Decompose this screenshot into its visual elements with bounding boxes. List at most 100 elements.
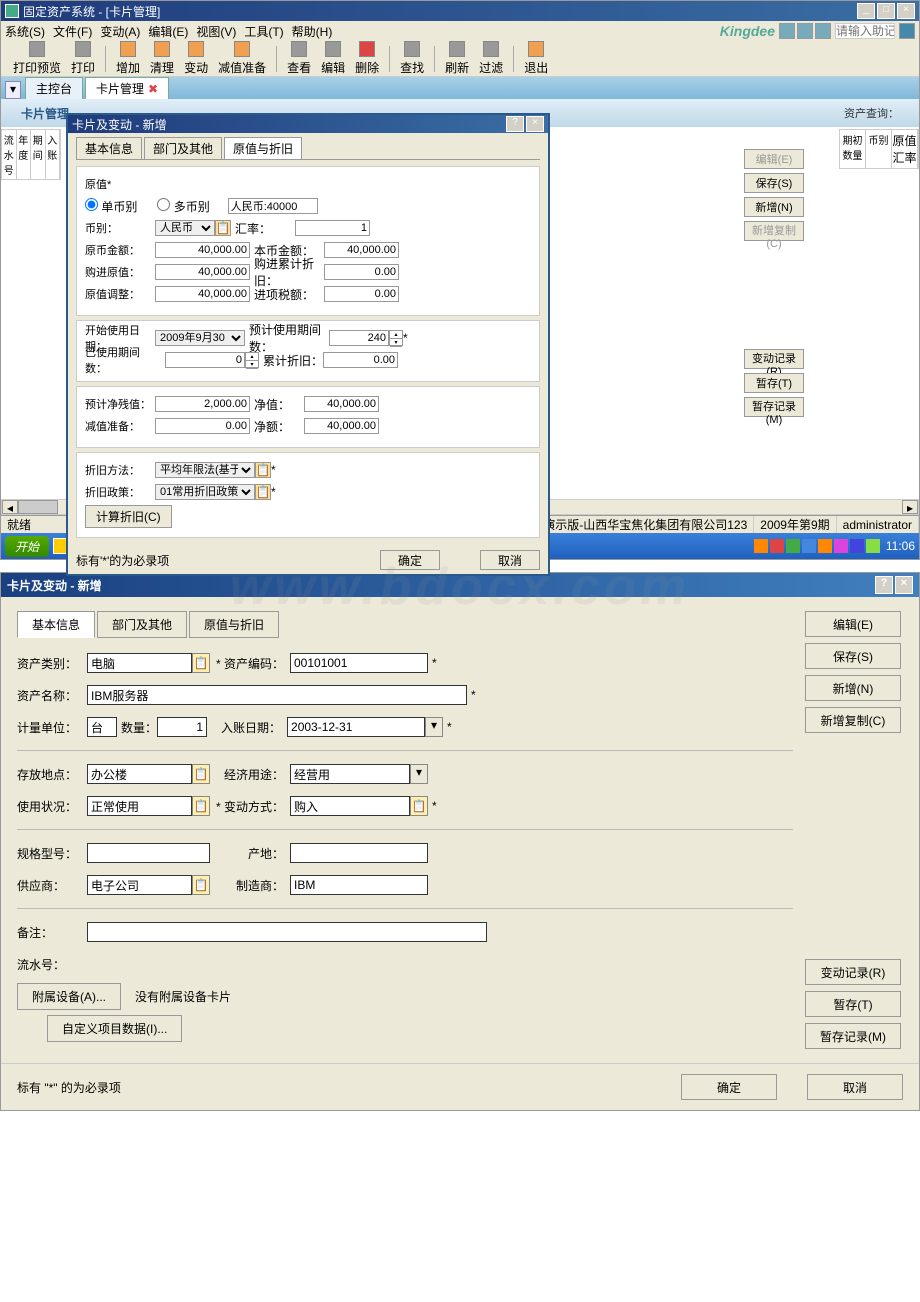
menu-change[interactable]: 变动(A) (100, 23, 140, 40)
radio-single-currency[interactable]: 单币别 (85, 198, 137, 215)
start-date-select[interactable]: 2009年9月30 (155, 330, 245, 346)
rmb-value-field[interactable] (228, 198, 318, 214)
inner-close-button[interactable]: × (526, 116, 544, 132)
attachment-button[interactable]: 附属设备(A)... (17, 983, 121, 1010)
asset-name-field[interactable] (87, 685, 467, 705)
used-periods-field[interactable] (165, 352, 245, 368)
dep-policy-select[interactable]: 01常用折旧政策 (155, 484, 255, 500)
mnemonic-input[interactable] (835, 23, 895, 39)
impairment-field[interactable] (155, 418, 250, 434)
dep-method-select[interactable]: 平均年限法(基于入账 (155, 462, 255, 478)
purchase-field[interactable] (155, 264, 250, 280)
inner-tab-basic[interactable]: 基本信息 (76, 137, 142, 159)
tray-icon[interactable] (866, 539, 880, 553)
inner-help-button[interactable]: ? (506, 116, 524, 132)
orig-amount-field[interactable] (155, 242, 250, 258)
tab-dropdown[interactable]: ▾ (5, 81, 21, 99)
brand-icon-1[interactable] (779, 23, 795, 39)
currency-lookup-icon[interactable]: 📋 (215, 220, 231, 236)
inner-ok-button[interactable]: 确定 (380, 550, 440, 570)
location-field[interactable] (87, 764, 192, 784)
purpose-dropdown-icon[interactable]: ▾ (410, 764, 428, 784)
tool-filter[interactable]: 过滤 (475, 41, 507, 76)
tool-view[interactable]: 查看 (283, 41, 315, 76)
tool-add[interactable]: 增加 (112, 41, 144, 76)
bd-save-button[interactable]: 保存(S) (805, 643, 901, 669)
net-amount-field[interactable] (304, 418, 379, 434)
tool-find[interactable]: 查找 (396, 41, 428, 76)
menu-view[interactable]: 视图(V) (196, 23, 236, 40)
asset-type-field[interactable] (87, 653, 192, 673)
est-salvage-field[interactable] (155, 396, 250, 412)
tray-icon[interactable] (754, 539, 768, 553)
bottom-help-button[interactable]: ? (875, 576, 893, 594)
maker-field[interactable] (290, 875, 428, 895)
menu-help[interactable]: 帮助(H) (292, 23, 333, 40)
bd-tab-dep[interactable]: 原值与折旧 (189, 611, 279, 638)
side-new-copy-button[interactable]: 新增复制(C) (744, 221, 804, 241)
side-edit-button[interactable]: 编辑(E) (744, 149, 804, 169)
tray-icon[interactable] (818, 539, 832, 553)
bd-new-copy-button[interactable]: 新增复制(C) (805, 707, 901, 733)
usage-field[interactable] (87, 796, 192, 816)
planned-periods-spinner[interactable]: ▴▾ (389, 330, 403, 346)
planned-periods-field[interactable] (329, 330, 389, 346)
brand-icon-2[interactable] (797, 23, 813, 39)
tool-refresh[interactable]: 刷新 (441, 41, 473, 76)
search-icon[interactable] (899, 23, 915, 39)
bottom-close-button[interactable]: × (895, 576, 913, 594)
tool-delete[interactable]: 删除 (351, 41, 383, 76)
maximize-button[interactable]: □ (877, 3, 895, 19)
bd-stash-log-button[interactable]: 暂存记录(M) (805, 1023, 901, 1049)
calc-depreciation-button[interactable]: 计算折旧(C) (85, 505, 172, 528)
tool-exit[interactable]: 退出 (520, 41, 552, 76)
tab-close-icon[interactable]: ✖ (148, 82, 158, 96)
change-type-field[interactable] (290, 796, 410, 816)
menu-tools[interactable]: 工具(T) (244, 23, 283, 40)
inner-tab-dept[interactable]: 部门及其他 (144, 137, 222, 159)
radio-multi-currency[interactable]: 多币别 (157, 198, 209, 215)
side-stash-button[interactable]: 暂存(T) (744, 373, 804, 393)
asset-type-lookup-icon[interactable]: 📋 (192, 653, 210, 673)
used-periods-spinner[interactable]: ▴▾ (245, 352, 259, 368)
accum-dep2-field[interactable] (323, 352, 398, 368)
tab-console[interactable]: 主控台 (25, 77, 83, 99)
tool-clean[interactable]: 清理 (146, 41, 178, 76)
bd-stash-button[interactable]: 暂存(T) (805, 991, 901, 1017)
unit-field[interactable] (87, 717, 117, 737)
tray-icon[interactable] (802, 539, 816, 553)
usage-lookup-icon[interactable]: 📋 (192, 796, 210, 816)
tool-edit[interactable]: 编辑 (317, 41, 349, 76)
bd-tab-dept[interactable]: 部门及其他 (97, 611, 187, 638)
menu-edit[interactable]: 编辑(E) (148, 23, 188, 40)
brand-icon-3[interactable] (815, 23, 831, 39)
rate-field[interactable] (295, 220, 370, 236)
entry-date-dropdown-icon[interactable]: ▾ (425, 717, 443, 737)
close-button[interactable]: × (897, 3, 915, 19)
custom-data-button[interactable]: 自定义项目数据(I)... (47, 1015, 182, 1042)
tool-print[interactable]: 打印 (67, 41, 99, 76)
dep-method-lookup-icon[interactable]: 📋 (255, 462, 271, 478)
bd-tab-basic[interactable]: 基本信息 (17, 611, 95, 638)
tray-icon[interactable] (770, 539, 784, 553)
qty-field[interactable] (157, 717, 207, 737)
supplier-field[interactable] (87, 875, 192, 895)
dep-policy-lookup-icon[interactable]: 📋 (255, 484, 271, 500)
input-tax-field[interactable] (324, 286, 399, 302)
tray-icon[interactable] (834, 539, 848, 553)
purpose-field[interactable] (290, 764, 410, 784)
supplier-lookup-icon[interactable]: 📋 (192, 875, 210, 895)
spec-field[interactable] (87, 843, 210, 863)
location-lookup-icon[interactable]: 📋 (192, 764, 210, 784)
bd-edit-button[interactable]: 编辑(E) (805, 611, 901, 637)
bd-cancel-button[interactable]: 取消 (807, 1074, 903, 1100)
tool-impairment[interactable]: 减值准备 (214, 41, 270, 76)
adjust-field[interactable] (155, 286, 250, 302)
minimize-button[interactable]: _ (857, 3, 875, 19)
change-type-lookup-icon[interactable]: 📋 (410, 796, 428, 816)
currency-select[interactable]: 人民币 (155, 220, 215, 236)
menu-file[interactable]: 文件(F) (53, 23, 92, 40)
side-stash-log-button[interactable]: 暂存记录(M) (744, 397, 804, 417)
bd-change-log-button[interactable]: 变动记录(R) (805, 959, 901, 985)
origin-field[interactable] (290, 843, 428, 863)
